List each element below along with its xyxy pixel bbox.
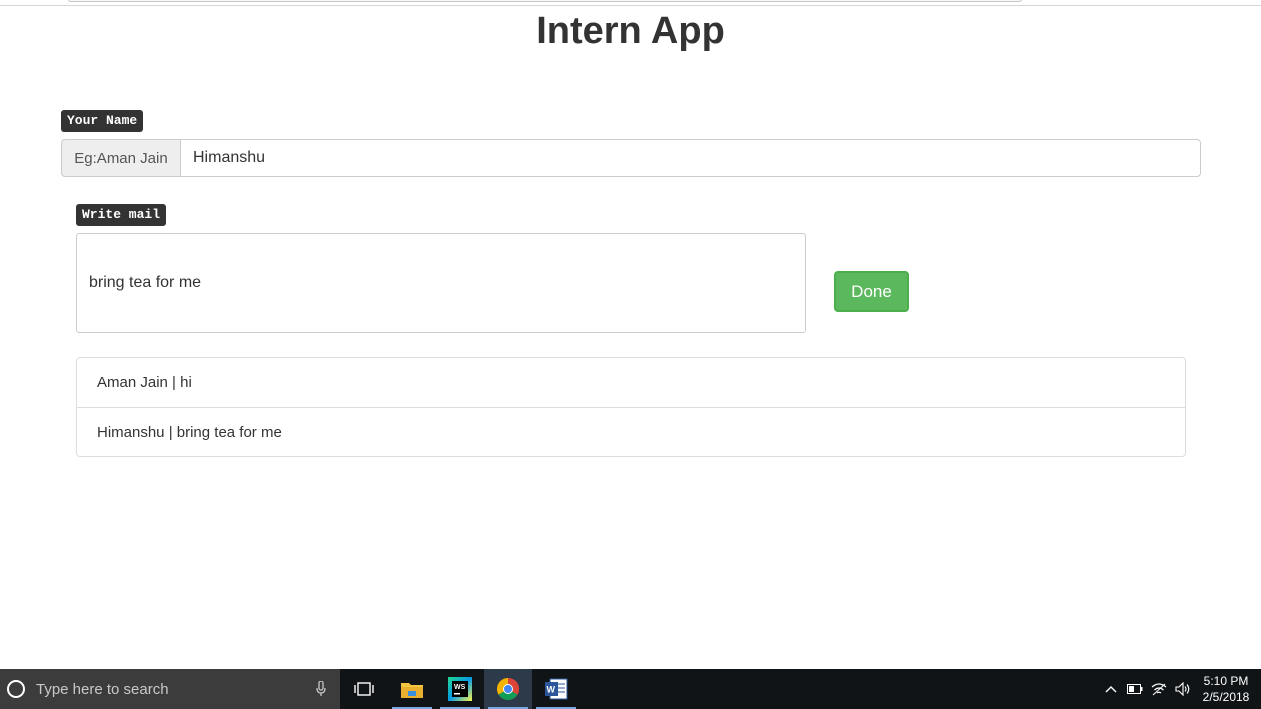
- done-button[interactable]: Done: [834, 271, 909, 312]
- name-input[interactable]: [180, 139, 1201, 177]
- taskbar-search-box[interactable]: Type here to search: [0, 669, 340, 709]
- clock-time: 5:10 PM: [1203, 674, 1249, 688]
- list-item: Himanshu | bring tea for me: [77, 407, 1185, 456]
- message-list: Aman Jain | hi Himanshu | bring tea for …: [76, 357, 1186, 457]
- svg-text:WS: WS: [454, 684, 466, 691]
- name-example-addon: Eg:Aman Jain: [61, 139, 180, 177]
- microphone-icon[interactable]: [316, 680, 326, 697]
- file-explorer-icon[interactable]: [388, 669, 436, 709]
- search-placeholder: Type here to search: [36, 680, 169, 698]
- chevron-up-icon[interactable]: [1099, 669, 1123, 709]
- webstorm-icon[interactable]: WS: [436, 669, 484, 709]
- task-view-icon[interactable]: [340, 669, 388, 709]
- taskbar-clock[interactable]: 5:10 PM 2/5/2018: [1195, 673, 1257, 705]
- word-icon[interactable]: W: [532, 669, 580, 709]
- name-input-group: Eg:Aman Jain: [61, 139, 1201, 177]
- address-bar-remnant: [68, 0, 1022, 2]
- system-tray: 5:10 PM 2/5/2018: [1099, 669, 1261, 709]
- svg-text:W: W: [547, 685, 556, 695]
- volume-icon[interactable]: [1171, 669, 1195, 709]
- battery-icon[interactable]: [1123, 669, 1147, 709]
- cortana-icon[interactable]: [7, 680, 25, 698]
- wifi-icon[interactable]: [1147, 669, 1171, 709]
- list-item: Aman Jain | hi: [97, 374, 192, 391]
- mail-input[interactable]: [76, 233, 806, 333]
- windows-taskbar: Type here to search WS W 5:10 PM 2/5/201…: [0, 669, 1261, 709]
- write-mail-label: Write mail: [76, 204, 167, 226]
- browser-top-strip: [0, 0, 1261, 6]
- your-name-label: Your Name: [61, 110, 144, 132]
- clock-date: 2/5/2018: [1202, 690, 1250, 704]
- page-title: Intern App: [536, 10, 725, 52]
- chrome-icon[interactable]: [484, 669, 532, 709]
